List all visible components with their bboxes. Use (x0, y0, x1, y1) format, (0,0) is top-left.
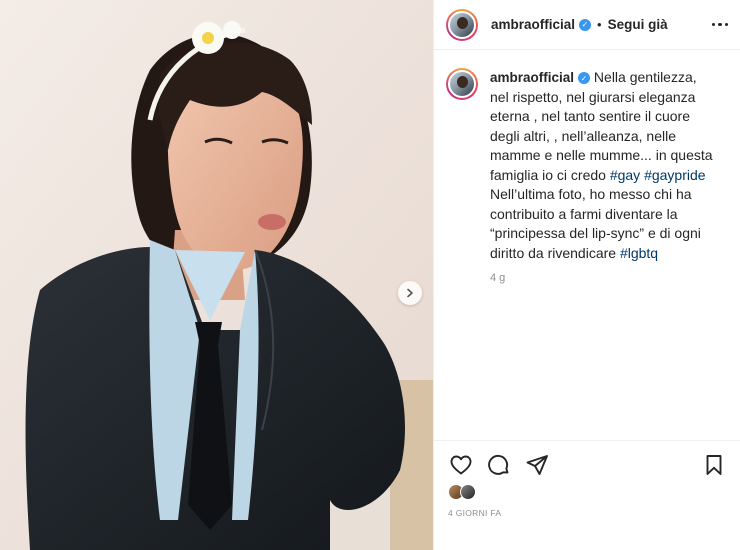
caption-age[interactable]: 4 g (490, 272, 718, 284)
bookmark-icon[interactable] (701, 452, 727, 478)
caption-text-part-1: Nella gentilezza, nel rispetto, nel giur… (490, 69, 713, 183)
caption-username[interactable]: ambraofficial (490, 70, 574, 85)
verified-badge-icon: ✓ (579, 18, 592, 31)
caption-text-part-3: Nell’ultima foto, ho messo chi ha contri… (490, 186, 701, 261)
author-avatar[interactable] (446, 8, 478, 41)
post-header: ambraofficial ✓ • Segui già (434, 0, 740, 50)
portrait-illustration (0, 0, 433, 550)
author-username[interactable]: ambraofficial (491, 17, 575, 32)
action-bar (434, 448, 740, 482)
follow-status-button[interactable]: Segui già (608, 17, 668, 32)
post-caption: ambraofficial ✓ Nella gentilezza, nel ris… (434, 50, 740, 284)
caption-text: ambraofficial ✓ Nella gentilezza, nel ris… (490, 68, 718, 263)
actions-divider (434, 440, 740, 441)
post-sidebar: ambraofficial ✓ • Segui già ambraofficia… (433, 0, 740, 550)
post-timestamp[interactable]: 4 GIORNI FA (448, 508, 501, 518)
post-photo[interactable] (0, 0, 433, 550)
next-photo-button[interactable] (398, 281, 422, 305)
hashtag-lgbtq[interactable]: #lgbtq (620, 245, 658, 261)
more-options-icon[interactable] (711, 22, 728, 27)
hashtag-gay[interactable]: #gay (610, 167, 640, 183)
hashtag-gaypride[interactable]: #gaypride (644, 167, 706, 183)
liked-by-avatars[interactable] (448, 484, 476, 500)
chevron-right-icon (407, 288, 413, 298)
header-separator: • (597, 17, 602, 32)
verified-badge-icon: ✓ (578, 72, 591, 85)
liker-avatar (460, 484, 476, 500)
heart-icon[interactable] (448, 452, 474, 478)
comment-icon[interactable] (486, 452, 512, 478)
caption-author-avatar[interactable] (446, 68, 478, 100)
paper-plane-icon[interactable] (524, 452, 550, 478)
